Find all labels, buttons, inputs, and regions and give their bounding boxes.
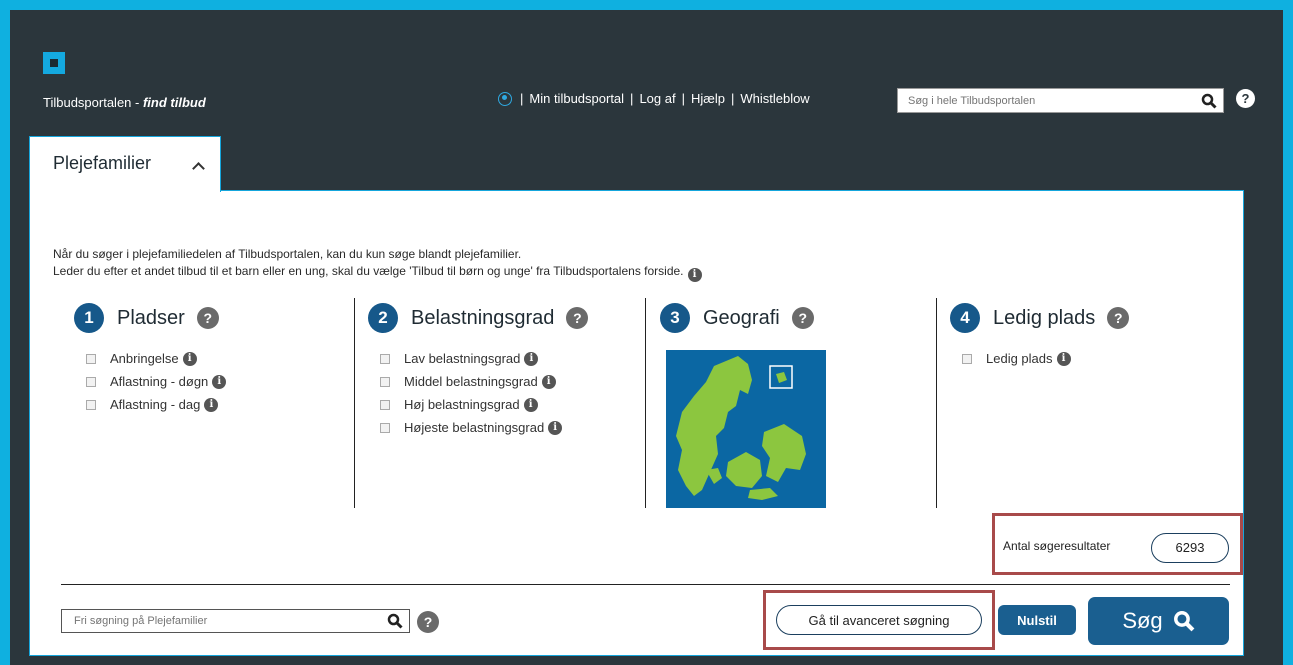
info-icon[interactable]: i — [523, 397, 538, 412]
search-button[interactable]: Søg — [1088, 597, 1229, 645]
checkbox[interactable] — [380, 422, 390, 433]
info-icon[interactable]: i — [182, 351, 197, 366]
info-icon[interactable]: i — [687, 268, 702, 282]
results-count: 6293 — [1151, 533, 1229, 563]
nav-logout[interactable]: Log af — [639, 91, 675, 106]
denmark-map-icon — [676, 356, 806, 500]
step-number: 4 — [950, 303, 980, 333]
info-icon[interactable]: i — [1056, 351, 1071, 366]
checkbox[interactable] — [962, 353, 972, 364]
tab-label: Plejefamilier — [53, 153, 152, 173]
filter-geografi: 3 Geografi ? — [660, 303, 814, 333]
filter-pladser: 1 Pladser ? Anbringelse i Aflastning - dø… — [74, 303, 227, 416]
checkbox[interactable] — [380, 399, 390, 410]
info-icon[interactable]: i — [204, 397, 219, 412]
site-brand[interactable]: Tilbudsportalen - find tilbud — [43, 95, 206, 110]
filter-ledig-plads: 4 Ledig plads ? Ledig plads i — [950, 303, 1130, 370]
search-icon[interactable] — [387, 613, 403, 629]
intro-text: Når du søger i plejefamiliedelen af Tilb… — [53, 246, 702, 282]
checkbox[interactable] — [86, 376, 96, 387]
option-hojeste[interactable]: Højeste belastningsgrad i — [380, 416, 588, 439]
option-aflastning-dag[interactable]: Aflastning - dag i — [86, 393, 226, 416]
filter-title: Pladser — [117, 306, 185, 329]
help-icon[interactable]: ? — [1107, 307, 1130, 329]
help-icon[interactable]: ? — [1236, 89, 1255, 108]
info-icon[interactable]: i — [541, 374, 556, 389]
checkbox[interactable] — [86, 399, 96, 410]
denmark-map[interactable] — [666, 350, 826, 508]
chevron-up-icon[interactable] — [192, 162, 205, 175]
help-icon[interactable]: ? — [417, 611, 439, 633]
checkbox[interactable] — [380, 353, 390, 364]
top-nav: | Min tilbudsportal | Log af | Hjælp | W… — [498, 91, 810, 106]
free-search-input[interactable] — [62, 610, 372, 632]
free-search — [61, 609, 410, 633]
help-icon[interactable]: ? — [791, 307, 814, 329]
tab-plejefamilier[interactable]: Plejefamilier — [29, 136, 221, 192]
step-number: 2 — [368, 303, 398, 333]
site-logo[interactable] — [43, 52, 65, 74]
option-ledig-plads[interactable]: Ledig plads i — [962, 347, 1129, 370]
global-search-input[interactable] — [898, 89, 1188, 112]
filter-belastningsgrad: 2 Belastningsgrad ? Lav belastningsgrad i… — [368, 303, 589, 439]
column-divider — [354, 298, 355, 508]
option-hoj[interactable]: Høj belastningsgrad i — [380, 393, 588, 416]
option-aflastning-dogn[interactable]: Aflastning - døgn i — [86, 370, 227, 393]
filter-title: Ledig plads — [993, 306, 1096, 329]
option-middel[interactable]: Middel belastningsgrad i — [380, 370, 588, 393]
advanced-search-button[interactable]: Gå til avanceret søgning — [776, 605, 982, 635]
nav-my-portal[interactable]: Min tilbudsportal — [529, 91, 624, 106]
step-number: 3 — [660, 303, 690, 333]
global-search — [897, 88, 1224, 113]
help-icon[interactable]: ? — [196, 307, 219, 329]
column-divider — [936, 298, 937, 508]
divider — [61, 584, 1230, 585]
checkbox[interactable] — [380, 376, 390, 387]
info-icon[interactable]: i — [524, 351, 539, 366]
search-icon — [1173, 611, 1195, 632]
column-divider — [645, 298, 646, 508]
nav-whistleblow[interactable]: Whistleblow — [740, 91, 809, 106]
option-anbringelse[interactable]: Anbringelse i — [86, 347, 226, 370]
checkbox[interactable] — [86, 353, 96, 364]
reset-button[interactable]: Nulstil — [998, 605, 1076, 635]
info-icon[interactable]: i — [548, 420, 563, 435]
results-label: Antal søgeresultater — [1003, 539, 1111, 553]
help-icon[interactable]: ? — [566, 307, 589, 329]
search-icon[interactable] — [1201, 93, 1217, 109]
user-icon — [498, 91, 512, 106]
filter-title: Geografi — [703, 306, 780, 329]
filter-title: Belastningsgrad — [411, 306, 555, 329]
info-icon[interactable]: i — [212, 374, 227, 389]
option-lav[interactable]: Lav belastningsgrad i — [380, 347, 588, 370]
search-button-label: Søg — [1122, 608, 1163, 633]
step-number: 1 — [74, 303, 104, 333]
nav-help[interactable]: Hjælp — [691, 91, 725, 106]
